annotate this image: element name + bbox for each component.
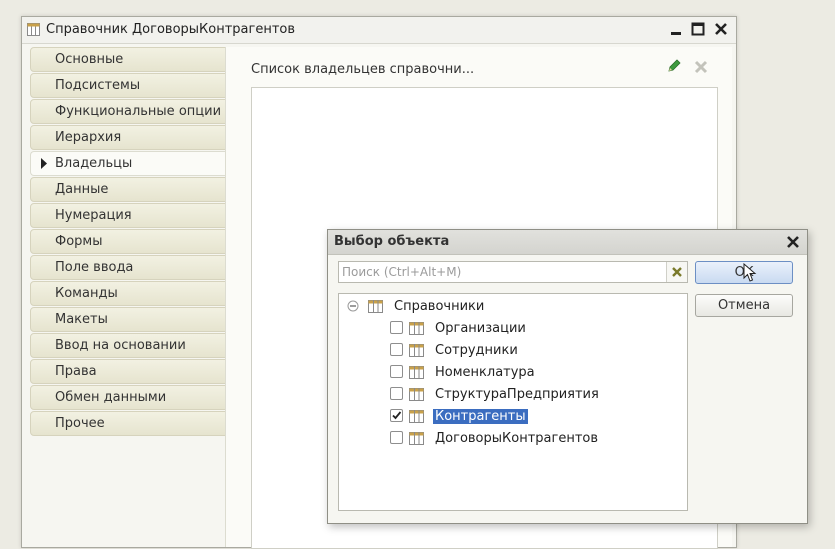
nav-item[interactable]: Поле ввода (30, 255, 226, 280)
catalog-table-icon (409, 432, 424, 449)
edit-pencil-icon[interactable] (666, 58, 682, 78)
tree-item[interactable]: Сотрудники (390, 341, 670, 361)
collapse-icon[interactable] (347, 300, 359, 316)
close-window-button[interactable] (711, 19, 731, 39)
catalog-table-icon (409, 344, 424, 361)
nav-item[interactable]: Команды (30, 281, 226, 306)
nav-item-label: Подсистемы (55, 78, 141, 93)
tree-item[interactable]: Номенклатура (390, 363, 670, 383)
nav-item-label: Поле ввода (55, 260, 134, 275)
check-icon (392, 411, 402, 420)
nav-item[interactable]: Данные (30, 177, 226, 202)
tree-item-checkbox[interactable] (390, 321, 403, 334)
object-tree[interactable]: Справочники Организации Сотрудники Номенкл… (338, 293, 688, 511)
nav-item[interactable]: Права (30, 359, 226, 384)
nav-item[interactable]: Иерархия (30, 125, 226, 150)
nav-item[interactable]: Формы (30, 229, 226, 254)
nav-item-label: Функциональные опции (55, 104, 222, 119)
cancel-button[interactable]: Отмена (695, 294, 793, 317)
nav-item[interactable]: Подсистемы (30, 73, 226, 98)
nav-item[interactable]: Обмен данными (30, 385, 226, 410)
tree-item[interactable]: Контрагенты (390, 407, 670, 427)
dialog-titlebar[interactable]: Выбор объекта (328, 230, 807, 255)
tree-item-checkbox[interactable] (390, 343, 403, 356)
maximize-icon (691, 22, 705, 36)
tree-item-label: ДоговорыКонтрагентов (435, 431, 599, 446)
tree-item[interactable]: СтруктураПредприятия (390, 385, 670, 405)
nav-item-label: Данные (55, 182, 109, 197)
tree-item-checkbox[interactable] (390, 409, 403, 422)
search-field[interactable] (338, 261, 688, 283)
delete-icon[interactable] (693, 59, 709, 79)
nav-item[interactable]: Основные (30, 47, 226, 72)
tree-item[interactable]: ДоговорыКонтрагентов (390, 429, 670, 449)
nav-item-label: Права (55, 364, 97, 379)
catalog-table-icon (409, 322, 424, 339)
tree-item[interactable]: Организации (390, 319, 670, 339)
nav-item[interactable]: Ввод на основании (30, 333, 226, 358)
minimize-icon (671, 32, 681, 35)
nav-item-label: Обмен данными (55, 390, 167, 405)
search-input[interactable] (342, 264, 662, 280)
tree-item-label: Контрагенты (433, 409, 528, 424)
tree-item-checkbox[interactable] (390, 365, 403, 378)
tree-item-label: Сотрудники (435, 343, 518, 358)
tree-root-label: Справочники (394, 299, 485, 314)
catalog-table-icon (409, 366, 424, 383)
tree-item-checkbox[interactable] (390, 431, 403, 444)
nav-item[interactable]: Макеты (30, 307, 226, 332)
catalog-table-icon (409, 388, 424, 405)
nav-item-label: Прочее (55, 416, 105, 431)
dialog-close-button[interactable] (785, 234, 801, 254)
section-nav: Основные Подсистемы Функциональные опции Ие… (30, 47, 226, 437)
tree-item-label: Организации (435, 321, 526, 336)
current-section-arrow-icon (41, 158, 47, 173)
nav-item[interactable]: Функциональные опции (30, 99, 226, 124)
dialog-title: Выбор объекта (334, 234, 450, 249)
catalog-table-icon (27, 23, 40, 40)
nav-item-label: Иерархия (55, 130, 122, 145)
mouse-cursor-icon (743, 262, 757, 287)
nav-item-label: Ввод на основании (55, 338, 186, 353)
tree-item-label: СтруктураПредприятия (435, 387, 599, 402)
nav-item[interactable]: Нумерация (30, 203, 226, 228)
window-title: Справочник ДоговорыКонтрагентов (46, 22, 296, 37)
nav-item-label: Владельцы (55, 156, 133, 171)
minimize-button[interactable] (666, 19, 686, 39)
nav-item-label: Формы (55, 234, 103, 249)
close-icon (787, 236, 799, 248)
nav-item-label: Команды (55, 286, 118, 301)
owners-list-label: Список владельцев справочни... (251, 62, 475, 77)
tree-root-row[interactable]: Справочники (339, 297, 679, 317)
window-titlebar[interactable]: Справочник ДоговорыКонтрагентов (22, 17, 736, 44)
tree-item-checkbox[interactable] (390, 387, 403, 400)
close-icon (715, 23, 727, 35)
select-object-dialog: Выбор объекта Справочники Организации Сот… (327, 229, 808, 524)
nav-item-label: Нумерация (55, 208, 132, 223)
maximize-button[interactable] (688, 19, 708, 39)
catalog-table-icon (409, 410, 424, 427)
catalogs-table-icon (368, 300, 383, 317)
tree-item-label: Номенклатура (435, 365, 535, 380)
nav-item-label: Основные (55, 52, 124, 67)
clear-x-icon (672, 267, 682, 277)
search-clear-button[interactable] (666, 262, 687, 282)
nav-item-label: Макеты (55, 312, 108, 327)
nav-item[interactable]: Прочее (30, 411, 226, 436)
nav-item[interactable]: Владельцы (30, 151, 226, 176)
